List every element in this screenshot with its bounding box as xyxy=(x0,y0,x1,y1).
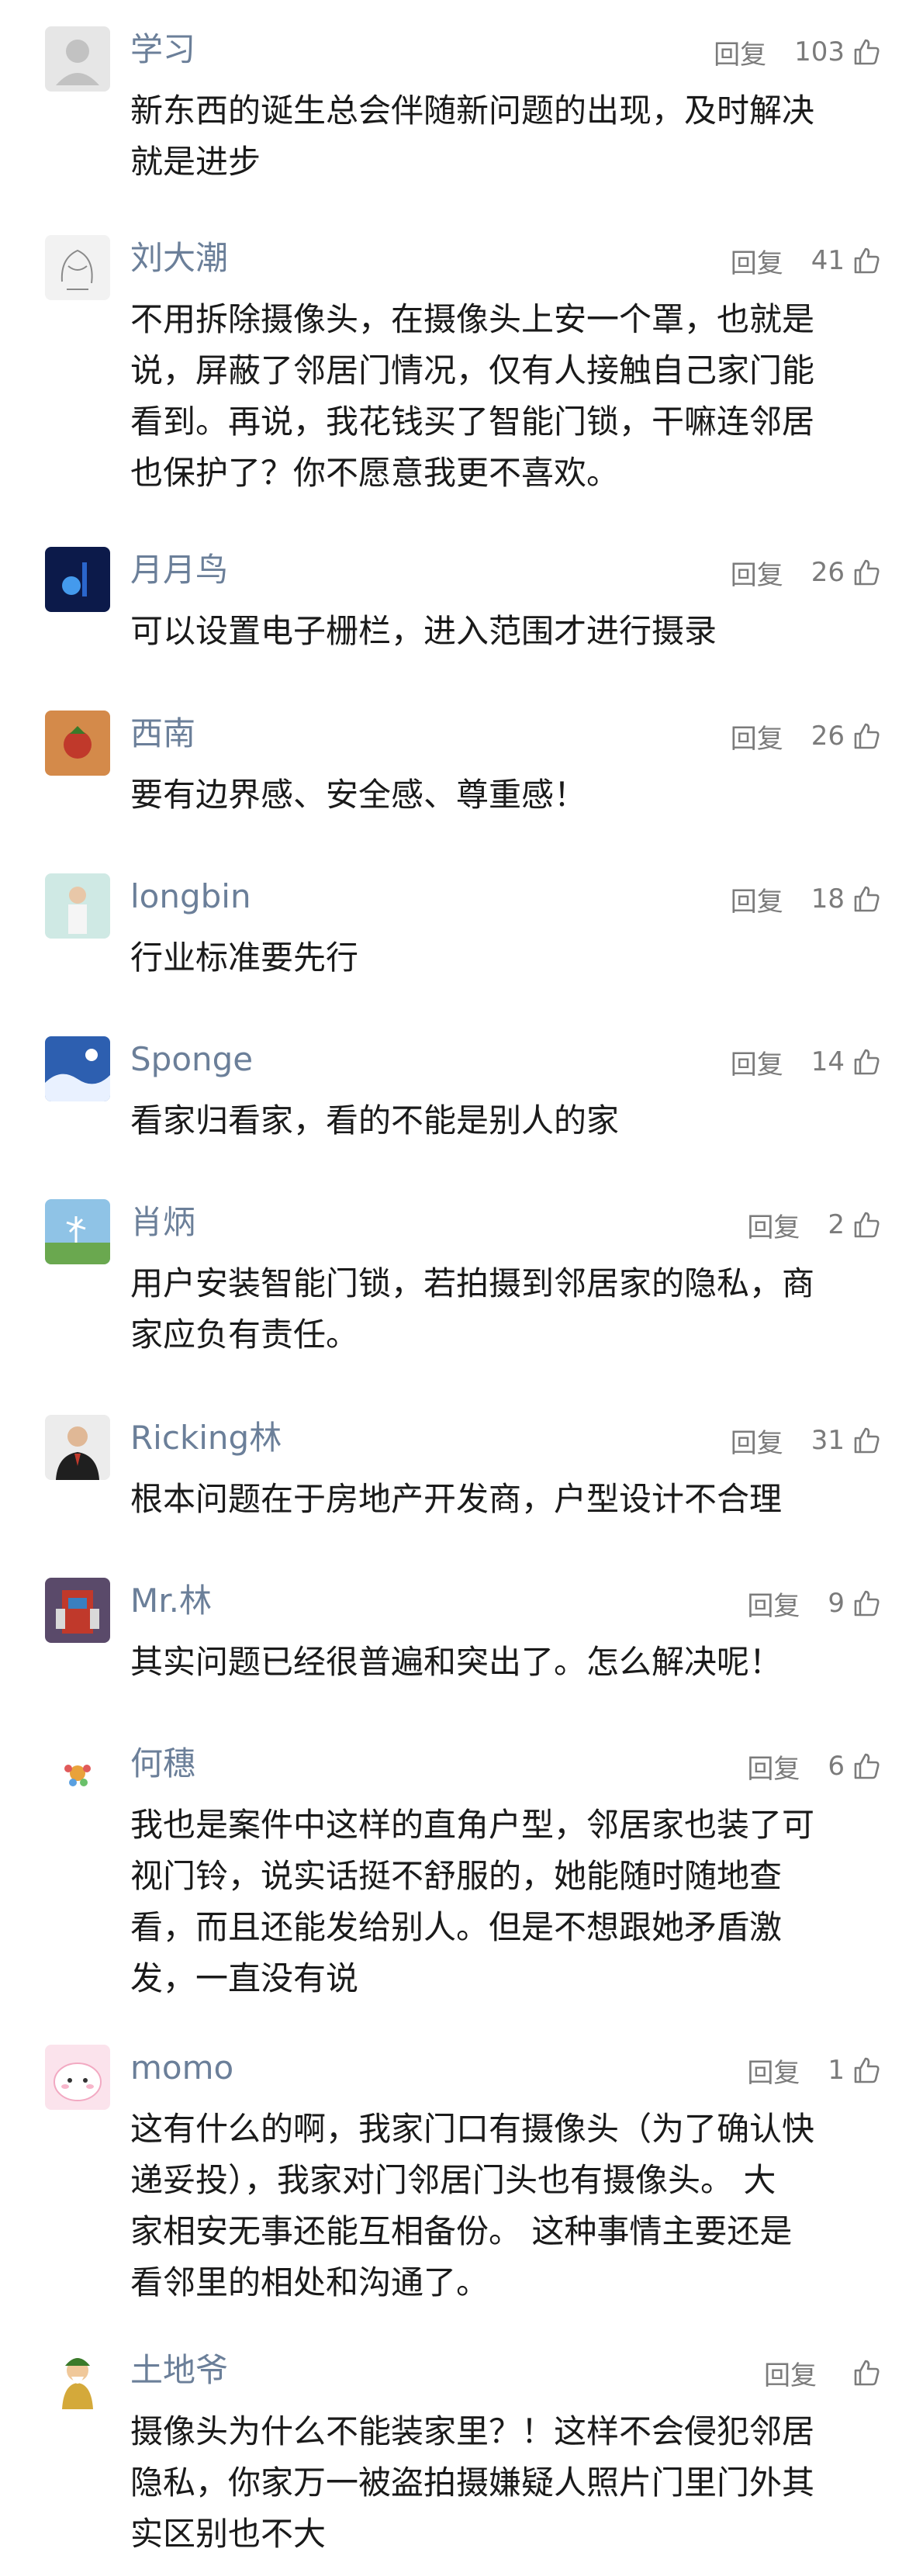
thumbs-up-icon[interactable] xyxy=(851,1209,882,1240)
username[interactable]: longbin xyxy=(130,875,251,918)
avatar[interactable] xyxy=(45,1036,110,1101)
avatar[interactable] xyxy=(45,235,110,300)
avatar[interactable] xyxy=(45,1199,110,1264)
comment-text: 这有什么的啊，我家门口有摄像头（为了确认快 递妥投），我家对门邻居门头也有摄像头。… xyxy=(130,2110,815,2301)
comment-text: 摄像头为什么不能装家里？！这样不会侵犯邻居 隐私，你家万一被盗拍摄嫌疑人照片门里门… xyxy=(130,2412,815,2553)
like-count: 14 xyxy=(811,1046,845,1077)
like-count: 26 xyxy=(811,557,845,588)
username[interactable]: 肖炳 xyxy=(130,1201,195,1244)
comment-text: 行业标准要先行 xyxy=(130,939,359,977)
like-count: 9 xyxy=(828,1588,845,1619)
like-count: 26 xyxy=(811,721,845,752)
comment-text: 可以设置电子栅栏，进入范围才进行摄录 xyxy=(130,612,717,650)
comment-text: 新东西的诞生总会伴随新问题的出现，及时解决 就是进步 xyxy=(130,92,815,181)
thumbs-up-icon[interactable] xyxy=(851,1588,882,1619)
comment-text: 其实问题已经很普遍和突出了。怎么解决呢！ xyxy=(130,1643,783,1681)
comment-text: 根本问题在于房地产开发商，户型设计不合理 xyxy=(130,1480,783,1518)
username[interactable]: Ricking林 xyxy=(130,1416,282,1460)
thumbs-up-icon[interactable] xyxy=(851,557,882,588)
reply-button[interactable]: 回复 xyxy=(747,2052,800,2090)
comment-text: 不用拆除摄像头，在摄像头上安一个罩，也就是 说，屏蔽了邻居门情况，仅有人接触自己家… xyxy=(130,300,815,492)
reply-button[interactable]: 回复 xyxy=(747,1748,800,1786)
like-count: 6 xyxy=(828,1751,845,1782)
thumbs-up-icon[interactable] xyxy=(851,2055,882,2086)
comment-text: 要有边界感、安全感、尊重感！ xyxy=(130,776,587,814)
thumbs-up-icon[interactable] xyxy=(851,721,882,752)
username[interactable]: 何穗 xyxy=(130,1742,195,1786)
username[interactable]: 刘大潮 xyxy=(130,237,228,280)
thumbs-up-icon[interactable] xyxy=(851,36,882,67)
reply-button[interactable]: 回复 xyxy=(731,1422,783,1460)
like-count: 103 xyxy=(794,36,845,67)
comment-text: 看家归看家，看的不能是别人的家 xyxy=(130,1101,620,1139)
like-count: 31 xyxy=(811,1425,845,1456)
reply-button[interactable]: 回复 xyxy=(747,1585,800,1623)
username[interactable]: momo xyxy=(130,2046,233,2090)
thumbs-up-icon[interactable] xyxy=(851,2357,882,2388)
reply-button[interactable]: 回复 xyxy=(747,1206,800,1244)
thumbs-up-icon[interactable] xyxy=(851,245,882,276)
reply-button[interactable]: 回复 xyxy=(731,1043,783,1081)
username[interactable]: 西南 xyxy=(130,712,195,756)
username[interactable]: 月月鸟 xyxy=(130,548,228,592)
avatar[interactable] xyxy=(45,26,110,92)
like-count: 2 xyxy=(828,1209,845,1240)
reply-button[interactable]: 回复 xyxy=(731,554,783,592)
comment-text: 用户安装智能门锁，若拍摄到邻居家的隐私，商 家应负有责任。 xyxy=(130,1264,815,1354)
avatar[interactable] xyxy=(45,2045,110,2110)
reply-button[interactable]: 回复 xyxy=(731,242,783,280)
like-count: 18 xyxy=(811,883,845,915)
thumbs-up-icon[interactable] xyxy=(851,1425,882,1456)
username[interactable]: Sponge xyxy=(130,1038,253,1081)
thumbs-up-icon[interactable] xyxy=(851,1046,882,1077)
avatar[interactable] xyxy=(45,547,110,612)
username[interactable]: 土地爷 xyxy=(130,2349,228,2392)
avatar[interactable] xyxy=(45,1415,110,1480)
username[interactable]: 学习 xyxy=(130,28,195,71)
reply-button[interactable]: 回复 xyxy=(731,717,783,756)
reply-button[interactable]: 回复 xyxy=(764,2354,817,2392)
avatar[interactable] xyxy=(45,1578,110,1643)
avatar[interactable] xyxy=(45,873,110,939)
reply-button[interactable]: 回复 xyxy=(714,33,766,71)
comment-text: 我也是案件中这样的直角户型，邻居家也装了可 视门铃，说实话挺不舒服的，她能随时随地… xyxy=(130,1806,815,1997)
thumbs-up-icon[interactable] xyxy=(851,883,882,915)
reply-button[interactable]: 回复 xyxy=(731,880,783,918)
like-count: 41 xyxy=(811,245,845,276)
like-count: 1 xyxy=(828,2055,845,2086)
avatar[interactable] xyxy=(45,711,110,776)
avatar[interactable] xyxy=(45,2347,110,2412)
avatar[interactable] xyxy=(45,1741,110,1806)
thumbs-up-icon[interactable] xyxy=(851,1751,882,1782)
username[interactable]: Mr.林 xyxy=(130,1579,212,1623)
